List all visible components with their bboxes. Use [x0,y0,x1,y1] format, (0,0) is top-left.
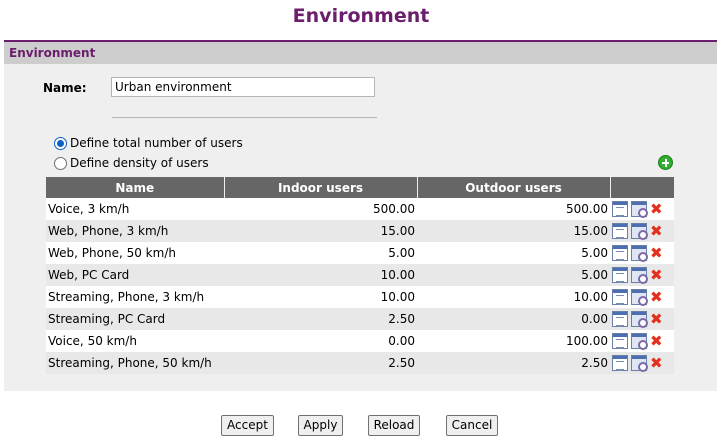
cell-name: Voice, 3 km/h [46,198,224,220]
delete-icon[interactable]: ✖ [650,311,663,327]
accept-button[interactable]: Accept [221,415,274,436]
cell-indoor-users: 10.00 [224,264,417,286]
cell-actions: ✖ [610,242,674,264]
settings-icon[interactable] [631,223,648,240]
cell-outdoor-users: 5.00 [417,242,610,264]
delete-icon[interactable]: ✖ [650,355,663,371]
cell-indoor-users: 15.00 [224,220,417,242]
add-icon[interactable] [658,155,673,170]
radio-total-users[interactable] [54,136,67,150]
cell-outdoor-users: 2.50 [417,352,610,374]
settings-icon[interactable] [631,245,648,262]
cell-indoor-users: 500.00 [224,198,417,220]
cell-actions: ✖ [610,286,674,308]
cell-actions: ✖ [610,264,674,286]
cell-name: Web, PC Card [46,264,224,286]
delete-icon[interactable]: ✖ [650,289,663,305]
delete-icon[interactable]: ✖ [650,267,663,283]
table-row: Streaming, Phone, 3 km/h 10.00 10.00 ✖ [46,286,674,308]
cell-outdoor-users: 500.00 [417,198,610,220]
name-label: Name: [43,81,87,95]
cell-name: Streaming, PC Card [46,308,224,330]
cell-name: Web, Phone, 50 km/h [46,242,224,264]
apply-button[interactable]: Apply [298,415,343,436]
table-row: Web, PC Card 10.00 5.00 ✖ [46,264,674,286]
delete-icon[interactable]: ✖ [650,201,663,217]
radio-density-users-label[interactable]: Define density of users [70,156,209,170]
cell-indoor-users: 10.00 [224,286,417,308]
radio-total-users-row[interactable]: Define total number of users [54,134,243,152]
edit-icon[interactable] [612,311,628,327]
table-row: Web, Phone, 50 km/h 5.00 5.00 ✖ [46,242,674,264]
cell-name: Streaming, Phone, 3 km/h [46,286,224,308]
cell-indoor-users: 0.00 [224,330,417,352]
cell-outdoor-users: 0.00 [417,308,610,330]
cell-indoor-users: 5.00 [224,242,417,264]
settings-icon[interactable] [631,311,648,328]
cell-outdoor-users: 10.00 [417,286,610,308]
delete-icon[interactable]: ✖ [650,245,663,261]
cell-actions: ✖ [610,352,674,374]
cell-outdoor-users: 5.00 [417,264,610,286]
cell-actions: ✖ [610,330,674,352]
delete-icon[interactable]: ✖ [650,223,663,239]
table-row: Voice, 3 km/h 500.00 500.00 ✖ [46,198,674,220]
column-header-indoor[interactable]: Indoor users [224,177,418,198]
cell-outdoor-users: 100.00 [417,330,610,352]
table-row: Streaming, Phone, 50 km/h 2.50 2.50 ✖ [46,352,674,374]
cancel-button[interactable]: Cancel [446,415,498,436]
name-input[interactable] [111,77,375,97]
edit-icon[interactable] [612,245,628,261]
column-header-outdoor[interactable]: Outdoor users [417,177,611,198]
table-row: Streaming, PC Card 2.50 0.00 ✖ [46,308,674,330]
table-header-row: Name Indoor users Outdoor users [46,177,675,198]
settings-icon[interactable] [631,355,648,372]
settings-icon[interactable] [631,333,648,350]
page-title: Environment [292,5,430,27]
edit-icon[interactable] [612,267,628,283]
cell-name: Web, Phone, 3 km/h [46,220,224,242]
cell-outdoor-users: 15.00 [417,220,610,242]
cell-name: Streaming, Phone, 50 km/h [46,352,224,374]
reload-button[interactable]: Reload [368,415,420,436]
cell-actions: ✖ [610,198,674,220]
edit-icon[interactable] [612,355,628,371]
delete-icon[interactable]: ✖ [650,333,663,349]
settings-icon[interactable] [631,289,648,306]
radio-density-users[interactable] [54,156,67,170]
table-row: Web, Phone, 3 km/h 15.00 15.00 ✖ [46,220,674,242]
edit-icon[interactable] [612,289,628,305]
cell-actions: ✖ [610,308,674,330]
cell-indoor-users: 2.50 [224,308,417,330]
radio-density-users-row[interactable]: Define density of users [54,154,209,172]
edit-icon[interactable] [612,201,628,217]
settings-icon[interactable] [631,267,648,284]
cell-name: Voice, 50 km/h [46,330,224,352]
edit-icon[interactable] [612,333,628,349]
divider [112,117,377,118]
panel-header: Environment [4,40,717,64]
users-table: Name Indoor users Outdoor users Voice, 3… [46,177,675,374]
environment-panel: Environment Name: Define total number of… [4,40,717,391]
radio-total-users-label[interactable]: Define total number of users [70,136,243,150]
column-header-actions [610,177,675,198]
column-header-name[interactable]: Name [46,177,225,198]
table-row: Voice, 50 km/h 0.00 100.00 ✖ [46,330,674,352]
edit-icon[interactable] [612,223,628,239]
settings-icon[interactable] [631,201,648,218]
cell-actions: ✖ [610,220,674,242]
cell-indoor-users: 2.50 [224,352,417,374]
